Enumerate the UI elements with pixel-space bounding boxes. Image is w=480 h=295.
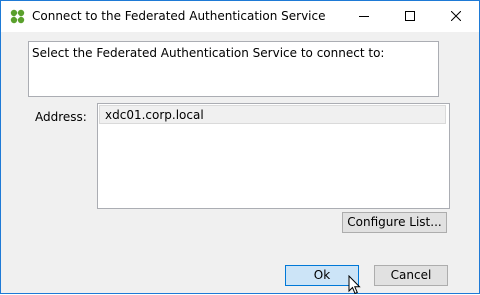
description-text: Select the Federated Authentication Serv… <box>32 46 385 60</box>
mouse-cursor-icon <box>348 275 361 295</box>
maximize-button[interactable] <box>387 1 433 32</box>
address-item-label: xdc01.corp.local <box>105 108 204 122</box>
description-box: Select the Federated Authentication Serv… <box>28 41 439 97</box>
address-list[interactable]: xdc01.corp.local <box>97 103 450 209</box>
address-label: Address: <box>35 110 87 124</box>
configure-list-button[interactable]: Configure List... <box>342 212 447 233</box>
address-list-item[interactable]: xdc01.corp.local <box>99 105 446 124</box>
close-button[interactable] <box>433 1 479 32</box>
window-title: Connect to the Federated Authentication … <box>32 9 326 23</box>
cancel-button[interactable]: Cancel <box>374 265 448 286</box>
title-bar[interactable]: Connect to the Federated Authentication … <box>1 1 479 32</box>
maximize-icon <box>405 11 415 21</box>
dialog-window: Connect to the Federated Authentication … <box>0 0 480 295</box>
close-icon <box>451 11 461 21</box>
minimize-icon <box>359 16 369 17</box>
app-icon <box>10 9 25 24</box>
minimize-button[interactable] <box>341 1 387 32</box>
